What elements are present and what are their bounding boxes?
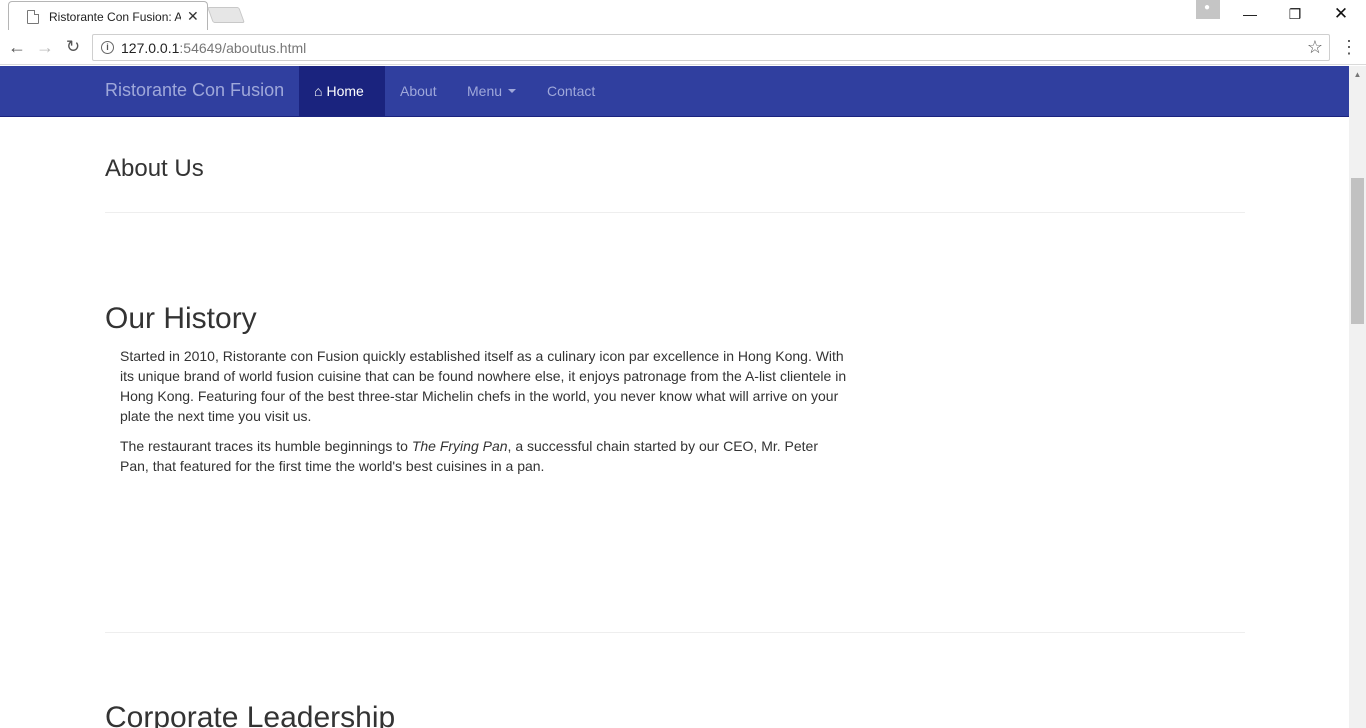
leadership-heading: Corporate Leadership (105, 701, 396, 728)
url-path: :54649/aboutus.html (179, 40, 307, 56)
page-viewport: Ristorante Con Fusion ⌂ Home About Menu … (0, 66, 1349, 728)
home-icon: ⌂ (314, 83, 323, 99)
browser-tab[interactable]: Ristorante Con Fusion: About Us ✕ (8, 1, 208, 30)
page-icon (27, 9, 39, 24)
vertical-scrollbar[interactable]: ▲ (1349, 66, 1366, 728)
bookmark-star-icon[interactable]: ☆ (1307, 37, 1323, 58)
history-paragraph-2: The restaurant traces its humble beginni… (120, 436, 850, 476)
scroll-thumb[interactable] (1351, 178, 1364, 324)
divider (105, 632, 1245, 633)
profile-button[interactable]: ● (1196, 0, 1220, 19)
reload-icon[interactable]: ↻ (62, 36, 84, 58)
history-paragraph-1: Started in 2010, Ristorante con Fusion q… (120, 348, 847, 424)
page-title: About Us (105, 155, 204, 182)
nav-home-label: Home (326, 83, 364, 99)
browser-menu-icon[interactable]: ⋮ (1340, 36, 1358, 58)
tab-title: Ristorante Con Fusion: About Us (49, 9, 181, 24)
nav-contact[interactable]: Contact (532, 66, 610, 116)
scroll-up-arrow-icon[interactable]: ▲ (1349, 66, 1366, 83)
caret-down-icon (508, 89, 517, 93)
back-arrow-icon[interactable]: ← (6, 36, 28, 58)
new-tab-button[interactable] (207, 7, 245, 23)
info-icon[interactable]: i (101, 41, 114, 54)
tab-close-icon[interactable]: ✕ (187, 8, 199, 25)
history-p2-start: The restaurant traces its humble beginni… (120, 438, 412, 454)
browser-toolbar: ← → ↻ i 127.0.0.1:54649/aboutus.html ☆ (0, 30, 1366, 65)
restore-button[interactable]: ❐ (1272, 0, 1318, 28)
url-host: 127.0.0.1 (121, 40, 180, 56)
forward-arrow-icon[interactable]: → (34, 36, 56, 58)
minimize-button[interactable]: — (1227, 0, 1273, 28)
person-icon: ● (1204, 2, 1211, 13)
navbar-brand[interactable]: Ristorante Con Fusion (105, 80, 284, 101)
browser-titlebar: Ristorante Con Fusion: About Us ✕ ● — ❐ … (0, 0, 1366, 30)
nav-about[interactable]: About (385, 66, 452, 116)
address-bar[interactable]: i 127.0.0.1:54649/aboutus.html ☆ (92, 34, 1330, 61)
nav-menu-label: Menu (467, 83, 503, 99)
site-navbar: Ristorante Con Fusion ⌂ Home About Menu … (0, 66, 1349, 117)
close-window-button[interactable]: ✕ (1318, 0, 1364, 28)
nav-menu-dropdown[interactable]: Menu (452, 66, 531, 116)
history-heading: Our History (105, 302, 257, 335)
nav-home[interactable]: ⌂ Home (299, 66, 385, 116)
url-text[interactable]: 127.0.0.1:54649/aboutus.html (121, 40, 306, 56)
frying-pan-emphasis: The Frying Pan (411, 438, 508, 454)
divider (105, 212, 1245, 213)
